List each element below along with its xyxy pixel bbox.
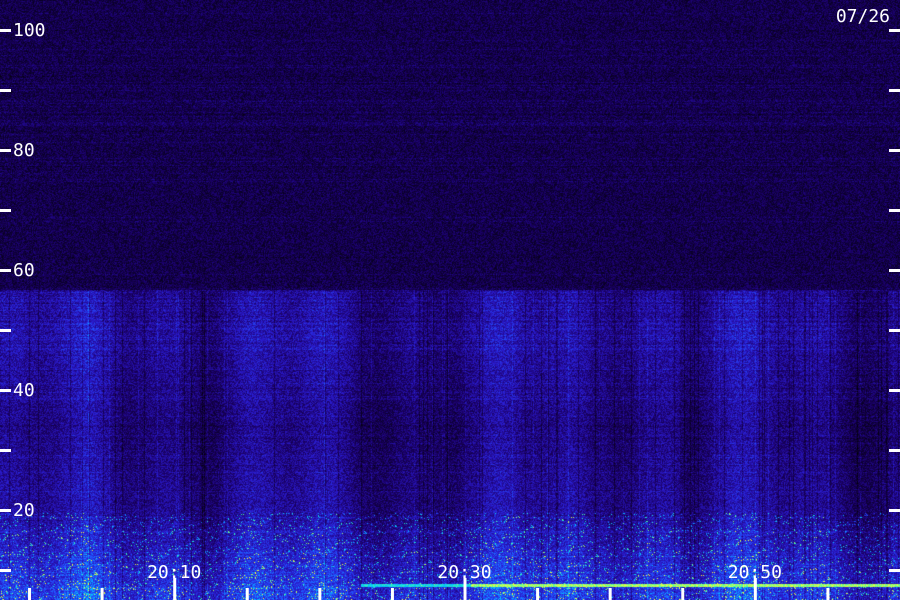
x-minor-tick [28,588,32,600]
y-tick-label: 60 [13,260,35,281]
y-tick-mark [0,329,11,332]
x-minor-tick [390,588,394,600]
y-tick-mark-right [889,389,900,392]
y-tick-mark-right [889,269,900,272]
y-tick-label: 80 [13,140,35,161]
x-tick-label: 20:30 [437,562,491,583]
y-tick-mark-right [889,569,900,572]
y-tick-mark [0,89,11,92]
x-minor-tick [318,588,322,600]
y-tick-mark-right [889,509,900,512]
y-tick-mark [0,449,11,452]
y-tick-mark [0,509,11,512]
y-axis-ticks: 100 80 60 40 20 [0,20,900,572]
y-tick-mark [0,269,11,272]
date-label: 07/26 [836,6,890,27]
axis-overlay: 100 80 60 40 20 20:10 20:30 20:50 07/26 [0,6,900,600]
x-minor-tick [681,588,685,600]
y-tick-mark-right [889,149,900,152]
y-tick-mark-right [889,29,900,32]
y-tick-mark-right [889,449,900,452]
y-tick-mark-right [889,89,900,92]
x-minor-tick [826,588,830,600]
y-tick-mark [0,389,11,392]
y-tick-mark [0,149,11,152]
x-axis-ticks: 20:10 20:30 20:50 [28,562,830,600]
y-tick-mark [0,209,11,212]
x-tick-label: 20:10 [147,562,201,583]
x-minor-tick [245,588,249,600]
x-minor-tick [608,588,612,600]
x-minor-tick [536,588,540,600]
x-minor-tick [100,588,104,600]
y-tick-mark [0,29,11,32]
y-tick-label: 100 [13,20,46,41]
x-tick-label: 20:50 [728,562,782,583]
y-tick-label: 20 [13,500,35,521]
y-tick-mark [0,569,11,572]
y-tick-label: 40 [13,380,35,401]
y-tick-mark-right [889,209,900,212]
y-tick-mark-right [889,329,900,332]
